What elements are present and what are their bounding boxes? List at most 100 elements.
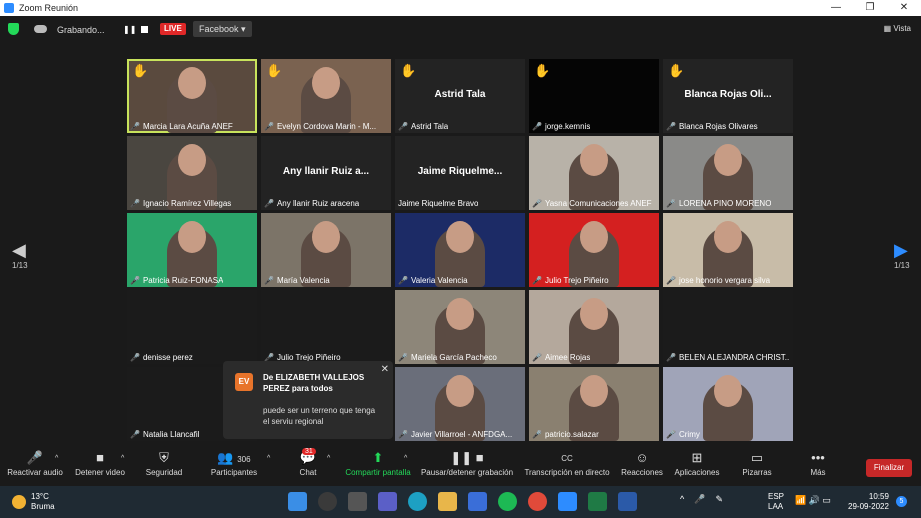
participant-name-label: 🎤 Astrid Tala xyxy=(398,122,448,131)
participant-tile[interactable]: ✋ 🎤 Evelyn Cordova Marin - M... xyxy=(261,59,391,133)
chat-notification[interactable]: EV De ELIZABETH VALLEJOS PEREZ para todo… xyxy=(223,361,393,439)
participant-name: LORENA PINO MORENO xyxy=(678,199,772,208)
spotify-icon[interactable] xyxy=(498,492,517,511)
windows-start-icon[interactable] xyxy=(288,492,307,511)
participant-name: Ignacio Ramírez Villegas xyxy=(142,199,232,208)
tray-chevron-up-icon[interactable]: ^ xyxy=(680,494,684,505)
stop-video-button[interactable]: ■ Detener video xyxy=(72,450,128,477)
language-indicator[interactable]: ESP LAA xyxy=(768,492,784,512)
participant-video-face xyxy=(714,221,742,253)
edge-browser-icon[interactable] xyxy=(408,492,427,511)
participant-tile[interactable]: ✋ Blanca Rojas Oli... 🎤 Blanca Rojas Olivar… xyxy=(663,59,793,133)
weather-widget[interactable]: 13°C Bruma xyxy=(12,492,55,512)
security-button[interactable]: ⛨ Seguridad xyxy=(140,450,188,477)
stop-recording-icon[interactable] xyxy=(141,26,148,33)
chat-options-chevron-icon[interactable]: ^ xyxy=(327,455,330,462)
pause-recording-icon[interactable]: ❚❚ xyxy=(123,25,136,34)
whiteboards-button[interactable]: ▭ Pizarras xyxy=(740,450,774,477)
more-button[interactable]: ••• Más xyxy=(806,450,830,477)
tray-pen-icon[interactable]: ✎ xyxy=(715,494,723,505)
close-window-button[interactable]: ✕ xyxy=(887,0,921,16)
close-icon[interactable]: ✕ xyxy=(381,364,389,375)
audio-options-chevron-icon[interactable]: ^ xyxy=(55,455,58,462)
participant-tile[interactable]: 🎤 Mariela García Pacheco xyxy=(395,290,525,364)
live-transcript-button[interactable]: CC Transcripción en directo xyxy=(522,450,612,477)
chevron-left-icon[interactable]: ◀ xyxy=(12,240,28,261)
clock[interactable]: 10:59 29-09-2022 xyxy=(848,492,889,512)
participant-name-label: 🎤 María Valencia xyxy=(264,276,330,285)
participants-options-chevron-icon[interactable]: ^ xyxy=(267,455,270,462)
zoom-taskbar-icon[interactable] xyxy=(558,492,577,511)
participant-name: jose honorio vergara silva xyxy=(678,276,771,285)
participant-tile[interactable]: 🎤 Julio Trejo Piñeiro xyxy=(529,213,659,287)
participant-name-label: 🎤 denisse perez xyxy=(130,353,193,362)
maximize-button[interactable]: ❐ xyxy=(853,0,887,16)
participant-name: Javier Villarroel - ANFDGA... xyxy=(410,430,513,439)
search-icon[interactable] xyxy=(318,492,337,511)
window-titlebar: Zoom Reunión — ❐ ✕ xyxy=(0,0,921,16)
participant-tile[interactable]: Jaime Riquelme... Jaime Riquelme Bravo xyxy=(395,136,525,210)
participant-video-face xyxy=(580,221,608,253)
chrome-icon[interactable] xyxy=(528,492,547,511)
participant-tile[interactable]: 🎤 María Valencia xyxy=(261,213,391,287)
live-transcript-label: Transcripción en directo xyxy=(524,468,610,477)
participant-tile[interactable]: 🎤 Crimy xyxy=(663,367,793,441)
security-shield-icon[interactable] xyxy=(8,23,19,35)
participant-tile[interactable]: 🎤 Yasna Comunicaciones ANEF xyxy=(529,136,659,210)
notification-badge[interactable]: 5 xyxy=(896,496,907,507)
participant-name-label: 🎤 patricio.salazar xyxy=(532,430,599,439)
raised-hand-icon: ✋ xyxy=(400,63,417,78)
participant-name: BELEN ALEJANDRA CHRIST... xyxy=(678,353,790,362)
muted-mic-icon: 🎤 xyxy=(666,199,676,208)
minimize-button[interactable]: — xyxy=(819,0,853,16)
participant-tile[interactable]: 🎤 Julio Trejo Piñeiro xyxy=(261,290,391,364)
tray-mic-icon[interactable]: 🎤 xyxy=(694,494,705,505)
video-camera-icon: ■ xyxy=(96,450,104,465)
word-icon[interactable] xyxy=(618,492,637,511)
participant-name: Mariela García Pacheco xyxy=(410,353,497,362)
chevron-right-icon[interactable]: ▶ xyxy=(894,240,910,261)
participant-tile[interactable]: 🎤 Javier Villarroel - ANFDGA... xyxy=(395,367,525,441)
video-options-chevron-icon[interactable]: ^ xyxy=(121,455,124,462)
participants-button[interactable]: 👥 306 Participantes xyxy=(206,450,262,477)
participant-tile[interactable]: ✋ Astrid Tala 🎤 Astrid Tala xyxy=(395,59,525,133)
stream-target-dropdown[interactable]: Facebook ▾ xyxy=(193,21,252,37)
next-page-nav[interactable]: ▶ 1/13 xyxy=(894,240,910,270)
view-button[interactable]: ▦ Vista xyxy=(884,24,911,33)
excel-icon[interactable] xyxy=(588,492,607,511)
participant-name-label: 🎤 Mariela García Pacheco xyxy=(398,353,497,362)
stream-target-label: Facebook xyxy=(199,24,239,34)
pause-stop-recording-button[interactable]: ❚❚ ■ Pausar/detener grabación xyxy=(420,450,514,477)
end-meeting-button[interactable]: Finalizar xyxy=(866,459,912,477)
prev-page-nav[interactable]: ◀ 1/13 xyxy=(12,240,28,270)
participant-name: Jaime Riquelme Bravo xyxy=(398,199,479,208)
reactions-button[interactable]: ☺ Reacciones xyxy=(620,450,664,477)
teams-chat-icon[interactable] xyxy=(378,492,397,511)
store-icon[interactable] xyxy=(468,492,487,511)
participant-tile[interactable]: Any llanir Ruiz a... 🎤 Any llanir Ruiz ara… xyxy=(261,136,391,210)
network-volume-battery-icons[interactable]: 📶 🔊 ▭ xyxy=(795,495,831,506)
participant-tile[interactable]: 🎤 Patricia Ruiz-FONASA xyxy=(127,213,257,287)
participant-tile[interactable]: 🎤 Valeria Valencia xyxy=(395,213,525,287)
muted-mic-icon: 🎤 xyxy=(532,276,542,285)
recording-status: Grabando... xyxy=(57,25,105,35)
participant-tile[interactable]: 🎤 denisse perez xyxy=(127,290,257,364)
share-options-chevron-icon[interactable]: ^ xyxy=(404,455,407,462)
chat-button[interactable]: 💬 31 Chat xyxy=(290,448,326,477)
participant-tile[interactable]: 🎤 jose honorio vergara silva xyxy=(663,213,793,287)
participant-tile[interactable]: 🎤 BELEN ALEJANDRA CHRIST... xyxy=(663,290,793,364)
participant-tile[interactable]: 🎤 patricio.salazar xyxy=(529,367,659,441)
muted-mic-icon: 🎤 xyxy=(398,430,408,439)
file-explorer-icon[interactable] xyxy=(438,492,457,511)
cc-icon: CC xyxy=(561,454,573,463)
participant-tile[interactable]: 🎤 Aimee Rojas xyxy=(529,290,659,364)
pause-stop-recording-label: Pausar/detener grabación xyxy=(420,468,514,477)
participant-name-label: 🎤 Javier Villarroel - ANFDGA... xyxy=(398,430,512,439)
reactions-label: Reacciones xyxy=(621,468,663,477)
apps-button[interactable]: ⊞ Aplicaciones xyxy=(674,450,720,477)
participant-tile[interactable]: ✋ 🎤 Marcia Lara Acuña ANEF xyxy=(127,59,257,133)
task-view-icon[interactable] xyxy=(348,492,367,511)
participant-tile[interactable]: 🎤 Ignacio Ramírez Villegas xyxy=(127,136,257,210)
participant-tile[interactable]: 🎤 LORENA PINO MORENO xyxy=(663,136,793,210)
participant-tile[interactable]: ✋ 🎤 jorge.kemnis xyxy=(529,59,659,133)
